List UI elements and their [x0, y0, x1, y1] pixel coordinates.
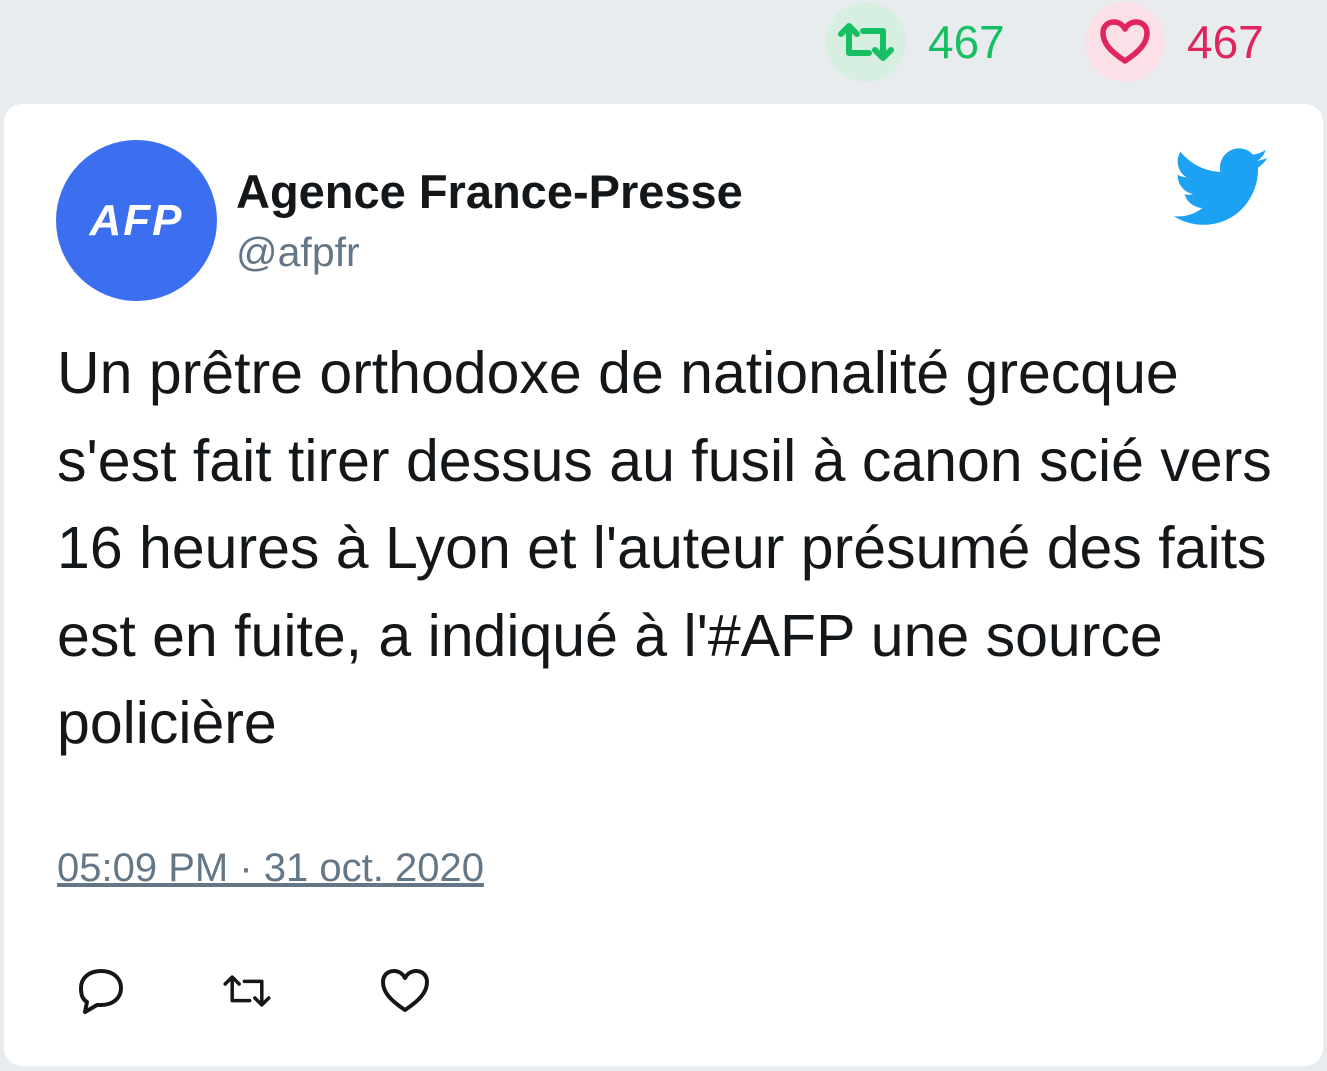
twitter-bird-icon[interactable]: [1174, 148, 1270, 228]
author-handle[interactable]: @afpfr: [236, 232, 360, 273]
retweet-stat-circle[interactable]: [826, 2, 906, 82]
retweet-stat[interactable]: 467: [826, 2, 1005, 82]
author-name[interactable]: Agence France-Presse: [236, 168, 743, 215]
retweet-icon: [223, 975, 271, 1007]
reply-button[interactable]: [74, 964, 128, 1018]
tweet-text: Un prêtre orthodoxe de nationalité grecq…: [57, 340, 1272, 756]
heart-icon: [381, 969, 429, 1012]
retweet-count: 467: [928, 16, 1005, 68]
like-stat[interactable]: 467: [1085, 2, 1264, 82]
author-avatar[interactable]: AFP: [56, 140, 217, 301]
tweet-timestamp-link[interactable]: 05:09 PM · 31 oct. 2020: [57, 846, 484, 891]
retweet-button[interactable]: [220, 964, 274, 1018]
retweet-icon: [838, 23, 894, 61]
reply-icon: [79, 969, 123, 1014]
like-stat-circle[interactable]: [1085, 2, 1165, 82]
avatar-logo-text: AFP: [89, 195, 184, 245]
tweet-card: AFP Agence France-Presse @afpfr Un prêtr…: [4, 104, 1323, 1066]
heart-icon: [1100, 19, 1150, 64]
engagement-stats-bar: 467 467: [0, 0, 1327, 100]
like-count: 467: [1187, 16, 1264, 68]
like-button[interactable]: [378, 964, 432, 1018]
